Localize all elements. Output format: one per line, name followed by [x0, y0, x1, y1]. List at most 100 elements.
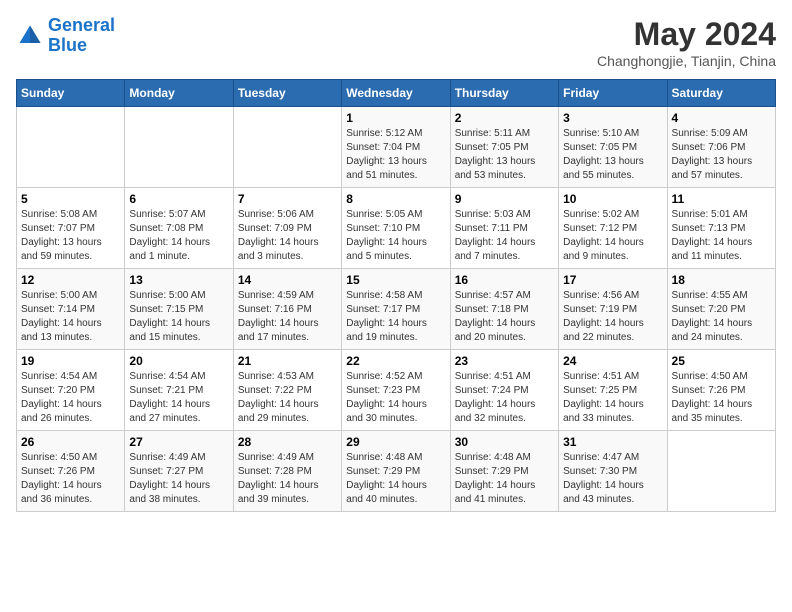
day-detail: Sunrise: 4:49 AMSunset: 7:27 PMDaylight:… — [129, 451, 228, 507]
calendar-cell: 28Sunrise: 4:49 AMSunset: 7:28 PMDayligh… — [233, 431, 341, 512]
day-number: 20 — [129, 354, 228, 368]
day-number: 29 — [346, 435, 445, 449]
day-number: 23 — [455, 354, 554, 368]
weekday-header: Tuesday — [233, 80, 341, 107]
calendar-cell: 12 Sunrise: 5:00 AMSunset: 7:14 PMDayligh… — [17, 269, 125, 350]
day-detail: Sunrise: 5:03 AMSunset: 7:11 PMDaylight:… — [455, 208, 554, 264]
day-number: 22 — [346, 354, 445, 368]
day-number: 25 — [672, 354, 771, 368]
day-detail: Sunrise: 5:11 AMSunset: 7:05 PMDaylight:… — [455, 127, 554, 183]
day-number: 6 — [129, 192, 228, 206]
calendar-week-row: 26 Sunrise: 4:50 AMSunset: 7:26 PMDayligh… — [17, 431, 776, 512]
calendar-cell: 11 Sunrise: 5:01 AMSunset: 7:13 PMDayligh… — [667, 188, 775, 269]
day-number: 31 — [563, 435, 662, 449]
calendar-cell: 4 Sunrise: 5:09 AMSunset: 7:06 PMDaylight… — [667, 107, 775, 188]
day-detail: Sunrise: 4:50 AMSunset: 7:26 PMDaylight:… — [21, 451, 120, 507]
day-number: 27 — [129, 435, 228, 449]
day-number: 24 — [563, 354, 662, 368]
day-detail: Sunrise: 4:54 AMSunset: 7:21 PMDaylight:… — [129, 370, 228, 426]
calendar-cell: 15Sunrise: 4:58 AMSunset: 7:17 PMDayligh… — [342, 269, 450, 350]
day-number: 12 — [21, 273, 120, 287]
day-detail: Sunrise: 4:52 AMSunset: 7:23 PMDaylight:… — [346, 370, 445, 426]
day-number: 19 — [21, 354, 120, 368]
day-number: 18 — [672, 273, 771, 287]
calendar-week-row: 12 Sunrise: 5:00 AMSunset: 7:14 PMDayligh… — [17, 269, 776, 350]
calendar-cell: 31 Sunrise: 4:47 AMSunset: 7:30 PMDayligh… — [559, 431, 667, 512]
day-detail: Sunrise: 5:07 AMSunset: 7:08 PMDaylight:… — [129, 208, 228, 264]
day-number: 1 — [346, 111, 445, 125]
day-number: 30 — [455, 435, 554, 449]
title-block: May 2024 Changhongjie, Tianjin, China — [597, 16, 776, 69]
day-detail: Sunrise: 5:09 AMSunset: 7:06 PMDaylight:… — [672, 127, 771, 183]
calendar-cell: 26 Sunrise: 4:50 AMSunset: 7:26 PMDayligh… — [17, 431, 125, 512]
weekday-header: Saturday — [667, 80, 775, 107]
page-container: General Blue May 2024 Changhongjie, Tian… — [16, 16, 776, 512]
weekday-header: Monday — [125, 80, 233, 107]
day-number: 2 — [455, 111, 554, 125]
day-number: 11 — [672, 192, 771, 206]
calendar-cell: 5 Sunrise: 5:08 AMSunset: 7:07 PMDaylight… — [17, 188, 125, 269]
calendar-cell: 29 Sunrise: 4:48 AMSunset: 7:29 PMDayligh… — [342, 431, 450, 512]
calendar-cell: 10 Sunrise: 5:02 AMSunset: 7:12 PMDayligh… — [559, 188, 667, 269]
calendar-cell — [667, 431, 775, 512]
day-number: 8 — [346, 192, 445, 206]
day-number: 16 — [455, 273, 554, 287]
month-title: May 2024 — [597, 16, 776, 53]
calendar-cell: 27 Sunrise: 4:49 AMSunset: 7:27 PMDayligh… — [125, 431, 233, 512]
day-number: 13 — [129, 273, 228, 287]
day-detail: Sunrise: 4:59 AMSunset: 7:16 PMDaylight:… — [238, 289, 337, 345]
day-detail: Sunrise: 5:05 AMSunset: 7:10 PMDaylight:… — [346, 208, 445, 264]
calendar-week-row: 5 Sunrise: 5:08 AMSunset: 7:07 PMDaylight… — [17, 188, 776, 269]
day-detail: Sunrise: 4:47 AMSunset: 7:30 PMDaylight:… — [563, 451, 662, 507]
calendar-cell: 14 Sunrise: 4:59 AMSunset: 7:16 PMDayligh… — [233, 269, 341, 350]
header: General Blue May 2024 Changhongjie, Tian… — [16, 16, 776, 69]
calendar-week-row: 19Sunrise: 4:54 AMSunset: 7:20 PMDayligh… — [17, 350, 776, 431]
day-detail: Sunrise: 4:48 AMSunset: 7:29 PMDaylight:… — [346, 451, 445, 507]
day-detail: Sunrise: 4:50 AMSunset: 7:26 PMDaylight:… — [672, 370, 771, 426]
calendar-cell: 7 Sunrise: 5:06 AMSunset: 7:09 PMDaylight… — [233, 188, 341, 269]
day-detail: Sunrise: 4:57 AMSunset: 7:18 PMDaylight:… — [455, 289, 554, 345]
day-number: 5 — [21, 192, 120, 206]
day-detail: Sunrise: 4:56 AMSunset: 7:19 PMDaylight:… — [563, 289, 662, 345]
calendar-cell: 25 Sunrise: 4:50 AMSunset: 7:26 PMDayligh… — [667, 350, 775, 431]
day-detail: Sunrise: 5:08 AMSunset: 7:07 PMDaylight:… — [21, 208, 120, 264]
location: Changhongjie, Tianjin, China — [597, 53, 776, 69]
logo: General Blue — [16, 16, 115, 56]
calendar-cell: 23 Sunrise: 4:51 AMSunset: 7:24 PMDayligh… — [450, 350, 558, 431]
calendar-cell: 6 Sunrise: 5:07 AMSunset: 7:08 PMDaylight… — [125, 188, 233, 269]
calendar-cell: 19Sunrise: 4:54 AMSunset: 7:20 PMDayligh… — [17, 350, 125, 431]
day-number: 21 — [238, 354, 337, 368]
day-detail: Sunrise: 5:02 AMSunset: 7:12 PMDaylight:… — [563, 208, 662, 264]
day-detail: Sunrise: 5:00 AMSunset: 7:14 PMDaylight:… — [21, 289, 120, 345]
calendar-cell: 16 Sunrise: 4:57 AMSunset: 7:18 PMDayligh… — [450, 269, 558, 350]
day-number: 10 — [563, 192, 662, 206]
calendar-cell: 24 Sunrise: 4:51 AMSunset: 7:25 PMDayligh… — [559, 350, 667, 431]
day-number: 15 — [346, 273, 445, 287]
logo-line1: General — [48, 15, 115, 35]
day-detail: Sunrise: 4:51 AMSunset: 7:25 PMDaylight:… — [563, 370, 662, 426]
day-detail: Sunrise: 5:00 AMSunset: 7:15 PMDaylight:… — [129, 289, 228, 345]
day-detail: Sunrise: 5:12 AMSunset: 7:04 PMDaylight:… — [346, 127, 445, 183]
calendar-cell: 3Sunrise: 5:10 AMSunset: 7:05 PMDaylight… — [559, 107, 667, 188]
weekday-header: Thursday — [450, 80, 558, 107]
calendar-cell: 30 Sunrise: 4:48 AMSunset: 7:29 PMDayligh… — [450, 431, 558, 512]
day-number: 7 — [238, 192, 337, 206]
calendar-header: SundayMondayTuesdayWednesdayThursdayFrid… — [17, 80, 776, 107]
day-number: 4 — [672, 111, 771, 125]
calendar-cell: 1 Sunrise: 5:12 AMSunset: 7:04 PMDaylight… — [342, 107, 450, 188]
day-number: 14 — [238, 273, 337, 287]
day-detail: Sunrise: 4:48 AMSunset: 7:29 PMDaylight:… — [455, 451, 554, 507]
day-detail: Sunrise: 5:10 AMSunset: 7:05 PMDaylight:… — [563, 127, 662, 183]
logo-line2: Blue — [48, 35, 87, 55]
logo-icon — [16, 22, 44, 50]
day-detail: Sunrise: 5:06 AMSunset: 7:09 PMDaylight:… — [238, 208, 337, 264]
day-detail: Sunrise: 4:51 AMSunset: 7:24 PMDaylight:… — [455, 370, 554, 426]
weekday-header: Sunday — [17, 80, 125, 107]
day-number: 26 — [21, 435, 120, 449]
day-detail: Sunrise: 4:55 AMSunset: 7:20 PMDaylight:… — [672, 289, 771, 345]
weekday-row: SundayMondayTuesdayWednesdayThursdayFrid… — [17, 80, 776, 107]
weekday-header: Wednesday — [342, 80, 450, 107]
day-detail: Sunrise: 5:01 AMSunset: 7:13 PMDaylight:… — [672, 208, 771, 264]
day-number: 9 — [455, 192, 554, 206]
day-detail: Sunrise: 4:53 AMSunset: 7:22 PMDaylight:… — [238, 370, 337, 426]
